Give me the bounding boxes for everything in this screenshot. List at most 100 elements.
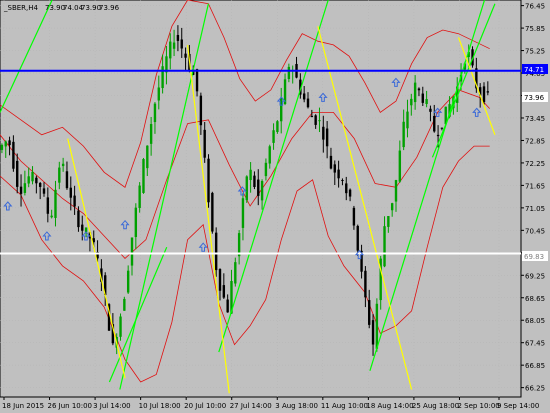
candle-bear	[214, 232, 218, 271]
candle-bull	[146, 145, 149, 169]
price-tick-label: 73.45	[525, 115, 545, 123]
candle-bull	[234, 262, 237, 284]
price-tick-label: 68.05	[525, 317, 545, 325]
current-price-tag-text: 73.96	[524, 94, 545, 102]
candle-bear	[203, 129, 206, 158]
candle-bull	[425, 99, 428, 104]
candle-bear	[440, 127, 444, 129]
candle-bull	[245, 176, 248, 201]
candle-bull	[138, 185, 141, 208]
candle-bear	[302, 93, 306, 100]
candle-bear	[77, 210, 80, 228]
candle-bear	[364, 270, 367, 298]
candle-bull	[264, 162, 268, 177]
candle-bear	[35, 177, 38, 184]
candle-bull	[126, 270, 130, 293]
price-tick-label: 70.45	[525, 227, 545, 235]
candle-bear	[345, 183, 348, 194]
candle-bear	[433, 115, 436, 132]
time-tick-label: 20 Jul 10:00	[184, 402, 226, 410]
candle-bull	[27, 176, 30, 184]
candle-bear	[46, 197, 50, 214]
candle-bear	[81, 224, 84, 231]
candle-bull	[398, 150, 402, 182]
ohlc-close: 73.96	[99, 4, 120, 12]
price-chart[interactable]: _SBER,H4 73.90 74.04 73.90 73.96 76.45 75…	[0, 0, 550, 413]
time-tick-label: 3 Jul 14:00	[93, 402, 131, 410]
candle-bull	[130, 237, 134, 266]
time-tick-label: 26 Jun 10:00	[48, 402, 92, 410]
time-tick-label: 2 Sep 10:00	[457, 402, 499, 410]
price-tick-label: 66.85	[525, 362, 545, 370]
time-tick-label: 9 Sep 14:00	[497, 402, 539, 410]
candle-bull	[58, 167, 61, 183]
candle-bear	[65, 171, 69, 189]
candle-bear	[195, 69, 199, 92]
price-tick-label: 76.45	[525, 3, 545, 11]
price-tick-label: 69.25	[525, 272, 545, 280]
candle-bear	[348, 189, 352, 197]
candle-bull	[153, 103, 157, 123]
candle-bear	[421, 93, 424, 103]
candle-bull	[123, 298, 126, 311]
candle-bull	[390, 203, 394, 211]
candle-bear	[8, 140, 11, 146]
candle-bear	[337, 169, 340, 179]
candle-bull	[375, 303, 379, 349]
candle-bull	[23, 183, 27, 193]
candle-bear	[352, 207, 356, 226]
time-tick-label: 3 Aug 18:00	[275, 402, 318, 410]
candle-bear	[429, 108, 432, 112]
candle-bull	[31, 171, 34, 182]
price-tick-label: 75.25	[525, 48, 545, 56]
candle-bear	[417, 88, 421, 91]
candle-bear	[482, 86, 486, 103]
candle-bear	[436, 134, 440, 137]
candle-bull	[402, 121, 405, 148]
candle-bear	[368, 300, 371, 325]
candle-bull	[272, 130, 275, 143]
time-tick-label: 10 Jul 18:00	[139, 402, 181, 410]
candle-bull	[172, 42, 176, 49]
candle-bull	[287, 66, 291, 80]
candle-bear	[184, 53, 187, 58]
candle-bear	[42, 188, 46, 194]
candle-bull	[169, 41, 172, 59]
candle-bull	[142, 159, 145, 193]
candle-bear	[176, 34, 180, 41]
candle-bear	[12, 141, 15, 169]
candle-bull	[387, 216, 390, 227]
plot-area[interactable]	[0, 0, 522, 398]
candle-bull	[260, 181, 264, 201]
candle-bear	[218, 269, 222, 291]
candle-bull	[157, 87, 160, 101]
candle-bull	[4, 141, 7, 147]
candle-bull	[383, 226, 386, 267]
candle-bull	[54, 189, 57, 218]
price-tick-label: 66.25	[525, 385, 545, 393]
candle-bull	[413, 82, 417, 103]
candle-bull	[268, 146, 271, 164]
price-tick-label: 71.65	[525, 182, 545, 190]
candle-bull	[406, 111, 409, 129]
chart-title: _SBER,H4 73.90 74.04 73.90 73.96	[3, 4, 120, 12]
price-tick-label: 71.05	[525, 205, 545, 213]
candle-bear	[486, 91, 490, 93]
candle-bull	[161, 66, 164, 89]
candle-bear	[371, 320, 375, 345]
candle-bear	[211, 192, 214, 232]
candle-bear	[325, 128, 329, 147]
candle-bear	[310, 115, 314, 118]
candle-bear	[333, 164, 336, 173]
candle-bull	[249, 169, 252, 181]
candle-bear	[356, 225, 359, 251]
candle-bear	[306, 98, 310, 108]
candle-bear	[322, 126, 325, 140]
time-tick-label: 27 Jul 14:00	[230, 402, 272, 410]
candle-bear	[226, 299, 229, 313]
candle-bear	[199, 95, 203, 126]
blue-line-tag-text: 74.71	[524, 66, 544, 74]
candle-bear	[38, 183, 42, 187]
candle-bull	[61, 163, 65, 167]
candle-bull	[134, 207, 138, 238]
